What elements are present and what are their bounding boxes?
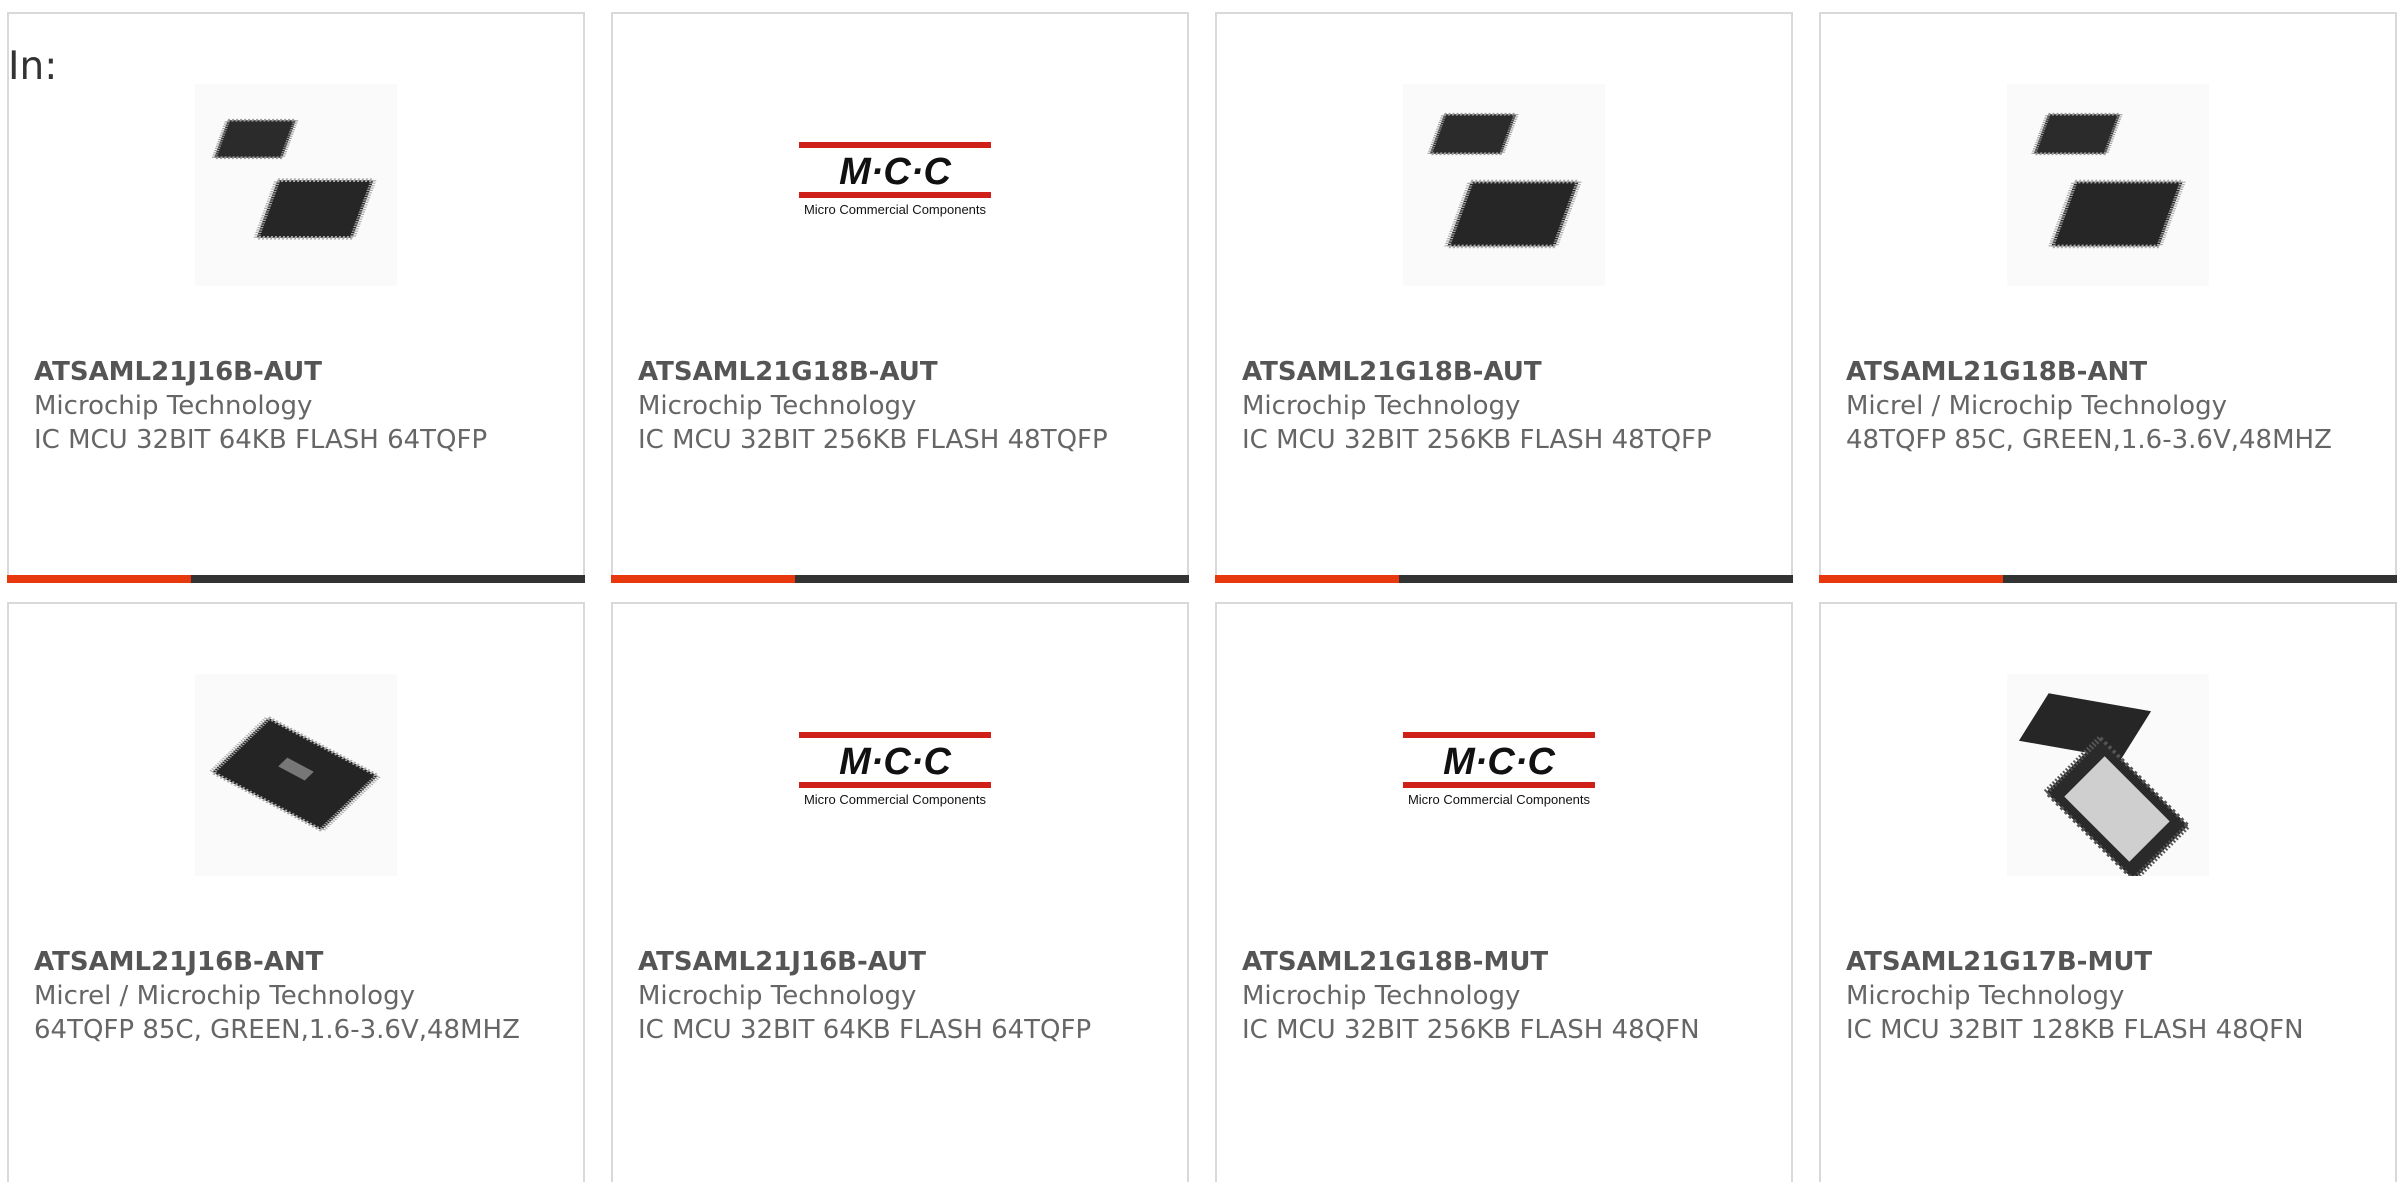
part-number[interactable]: ATSAML21G18B-AUT bbox=[638, 355, 1138, 389]
part-number[interactable]: ATSAML21J16B-AUT bbox=[34, 355, 534, 389]
manufacturer: Microchip Technology bbox=[1846, 981, 2125, 1011]
description: IC MCU 32BIT 256KB FLASH 48TQFP bbox=[638, 425, 1108, 455]
manufacturer: Microchip Technology bbox=[1242, 981, 1521, 1011]
part-number[interactable]: ATSAML21J16B-ANT bbox=[34, 945, 534, 979]
manufacturer: Microchip Technology bbox=[638, 981, 917, 1011]
mcc-logo: M·C·C Micro Commercial Components bbox=[799, 674, 1001, 876]
product-card[interactable]: ATSAML21G18B-AUT Microchip Technology IC… bbox=[1215, 12, 1793, 583]
description: 48TQFP 85C, GREEN,1.6-3.6V,48MHZ bbox=[1846, 425, 2332, 455]
product-card[interactable]: M·C·C Micro Commercial Components ATSAML… bbox=[1215, 602, 1793, 1182]
product-card[interactable]: ATSAML21G17B-MUT Microchip Technology IC… bbox=[1819, 602, 2397, 1182]
part-number[interactable]: ATSAML21G18B-MUT bbox=[1242, 945, 1742, 979]
mcc-logo: M·C·C Micro Commercial Components bbox=[799, 84, 1001, 286]
product-card[interactable]: ATSAML21J16B-AUT Microchip Technology IC… bbox=[7, 12, 585, 583]
part-number[interactable]: ATSAML21G18B-ANT bbox=[1846, 355, 2346, 389]
mcc-letters: M·C·C bbox=[1443, 741, 1555, 783]
description: IC MCU 32BIT 256KB FLASH 48TQFP bbox=[1242, 425, 1712, 455]
tqfp-pair-image bbox=[1403, 84, 1605, 286]
mcc-letters: M·C·C bbox=[839, 151, 951, 193]
description: 64TQFP 85C, GREEN,1.6-3.6V,48MHZ bbox=[34, 1015, 520, 1045]
card-bar bbox=[611, 575, 1189, 583]
mcc-logo: M·C·C Micro Commercial Components bbox=[1403, 674, 1605, 876]
product-card[interactable]: ATSAML21J16B-ANT Micrel / Microchip Tech… bbox=[7, 602, 585, 1182]
manufacturer: Micrel / Microchip Technology bbox=[34, 981, 415, 1011]
filter-label: In: bbox=[8, 44, 58, 89]
card-bar bbox=[1819, 575, 2397, 583]
mcc-tagline: Micro Commercial Components bbox=[804, 202, 987, 217]
mcc-tagline: Micro Commercial Components bbox=[804, 792, 987, 807]
description: IC MCU 32BIT 64KB FLASH 64TQFP bbox=[638, 1015, 1092, 1045]
mcc-tagline: Micro Commercial Components bbox=[1408, 792, 1591, 807]
manufacturer: Micrel / Microchip Technology bbox=[1846, 391, 2227, 421]
mcc-letters: M·C·C bbox=[839, 741, 951, 783]
tqfp-single-image bbox=[195, 674, 397, 876]
tqfp-pair-image bbox=[195, 84, 397, 286]
product-grid: ATSAML21J16B-AUT Microchip Technology IC… bbox=[0, 0, 2400, 1182]
product-card[interactable]: M·C·C Micro Commercial Components ATSAML… bbox=[611, 12, 1189, 583]
part-number[interactable]: ATSAML21J16B-AUT bbox=[638, 945, 1138, 979]
description: IC MCU 32BIT 64KB FLASH 64TQFP bbox=[34, 425, 488, 455]
manufacturer: Microchip Technology bbox=[638, 391, 917, 421]
tqfp-pair-image bbox=[2007, 84, 2209, 286]
card-bar bbox=[7, 575, 585, 583]
part-number[interactable]: ATSAML21G18B-AUT bbox=[1242, 355, 1742, 389]
qfn-pair-image bbox=[2007, 674, 2209, 876]
manufacturer: Microchip Technology bbox=[34, 391, 313, 421]
manufacturer: Microchip Technology bbox=[1242, 391, 1521, 421]
description: IC MCU 32BIT 256KB FLASH 48QFN bbox=[1242, 1015, 1700, 1045]
product-card[interactable]: M·C·C Micro Commercial Components ATSAML… bbox=[611, 602, 1189, 1182]
card-bar bbox=[1215, 575, 1793, 583]
product-card[interactable]: ATSAML21G18B-ANT Micrel / Microchip Tech… bbox=[1819, 12, 2397, 583]
description: IC MCU 32BIT 128KB FLASH 48QFN bbox=[1846, 1015, 2304, 1045]
part-number[interactable]: ATSAML21G17B-MUT bbox=[1846, 945, 2346, 979]
